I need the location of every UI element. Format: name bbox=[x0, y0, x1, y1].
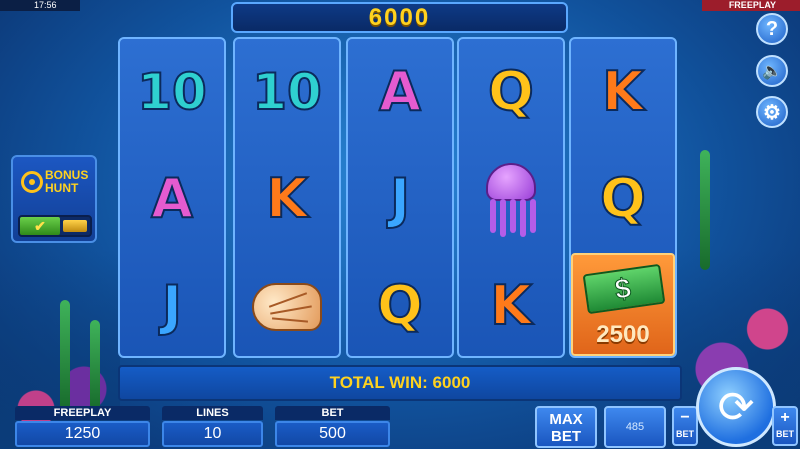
seaweed-decoration bbox=[700, 150, 710, 270]
max-bet-line2: BET bbox=[551, 428, 581, 445]
symbol-k: K bbox=[489, 273, 533, 338]
win-display: 6000 bbox=[231, 2, 568, 33]
total-win-bar: TOTAL WIN: 6000 bbox=[118, 365, 682, 401]
symbol-k: K bbox=[601, 59, 645, 124]
autoplay-button[interactable]: 485 bbox=[604, 406, 666, 448]
bet-label: BET bbox=[275, 406, 390, 420]
balance-panel: FREEPLAY 1250 bbox=[15, 406, 150, 448]
symbol-q: Q bbox=[599, 166, 647, 231]
target-icon bbox=[21, 171, 43, 193]
lines-value[interactable]: 10 bbox=[162, 421, 263, 447]
symbol-k: K bbox=[265, 166, 309, 231]
symbol-10: 10 bbox=[251, 62, 323, 122]
minus-icon: − bbox=[680, 409, 690, 426]
reel-3: A J Q bbox=[346, 37, 454, 358]
max-bet-button[interactable]: MAX BET bbox=[535, 406, 597, 448]
symbol-a: A bbox=[150, 166, 194, 231]
help-button[interactable]: ? bbox=[756, 13, 788, 45]
symbol-q: Q bbox=[376, 273, 424, 338]
check-icon: ✔ bbox=[20, 217, 60, 235]
plus-icon: + bbox=[780, 409, 790, 426]
clock: 17:56 bbox=[34, 0, 57, 10]
bonus-hunt-line2: HUNT bbox=[45, 181, 79, 195]
settings-gear-icon[interactable]: ⚙ bbox=[756, 96, 788, 128]
reel-1: 10 A J bbox=[118, 37, 226, 358]
balance-label: FREEPLAY bbox=[15, 406, 150, 420]
reel-4: Q K bbox=[457, 37, 565, 358]
shell-icon bbox=[248, 277, 326, 335]
symbol-money: $ 2500 bbox=[571, 253, 675, 356]
symbol-shell bbox=[235, 253, 339, 358]
toggle-off-slot bbox=[63, 220, 87, 232]
lines-panel: LINES 10 bbox=[162, 406, 263, 448]
bet-increase-label: BET bbox=[776, 429, 794, 439]
bonus-hunt-panel: BONUS HUNT ✔ bbox=[11, 155, 97, 243]
jellyfish-icon bbox=[476, 159, 546, 239]
seaweed-decoration bbox=[90, 320, 100, 410]
seaweed-decoration bbox=[60, 300, 70, 410]
symbol-a: A bbox=[378, 59, 422, 124]
bet-decrease-button[interactable]: − BET bbox=[672, 406, 698, 446]
lines-label: LINES bbox=[162, 406, 263, 420]
reel-2: 10 K bbox=[233, 37, 341, 358]
symbol-j: J bbox=[161, 273, 183, 338]
reel-5: K Q $ 2500 bbox=[569, 37, 677, 358]
money-value: 2500 bbox=[596, 321, 650, 348]
symbol-10: 10 bbox=[136, 62, 208, 122]
bet-increase-button[interactable]: + BET bbox=[772, 406, 798, 446]
spin-button[interactable]: ⟳ bbox=[696, 367, 776, 447]
balance-value: 1250 bbox=[15, 421, 150, 447]
symbol-j: J bbox=[389, 166, 411, 231]
bonus-hunt-title: BONUS HUNT bbox=[45, 169, 88, 195]
bet-value[interactable]: 500 bbox=[275, 421, 390, 447]
autoplay-count: 485 bbox=[625, 421, 645, 433]
bet-decrease-label: BET bbox=[676, 429, 694, 439]
mode-label: FREEPLAY bbox=[728, 0, 776, 10]
refresh-icon: ⟳ bbox=[717, 382, 755, 432]
sound-icon[interactable]: 🔈 bbox=[756, 55, 788, 87]
bonus-hunt-toggle[interactable]: ✔ bbox=[18, 215, 92, 237]
max-bet-line1: MAX bbox=[549, 411, 583, 428]
symbol-jellyfish bbox=[459, 146, 563, 251]
symbol-q: Q bbox=[487, 59, 535, 124]
dollar-bill-icon: $ bbox=[582, 263, 666, 315]
bonus-hunt-line1: BONUS bbox=[45, 168, 89, 182]
bet-panel: BET 500 bbox=[275, 406, 390, 448]
